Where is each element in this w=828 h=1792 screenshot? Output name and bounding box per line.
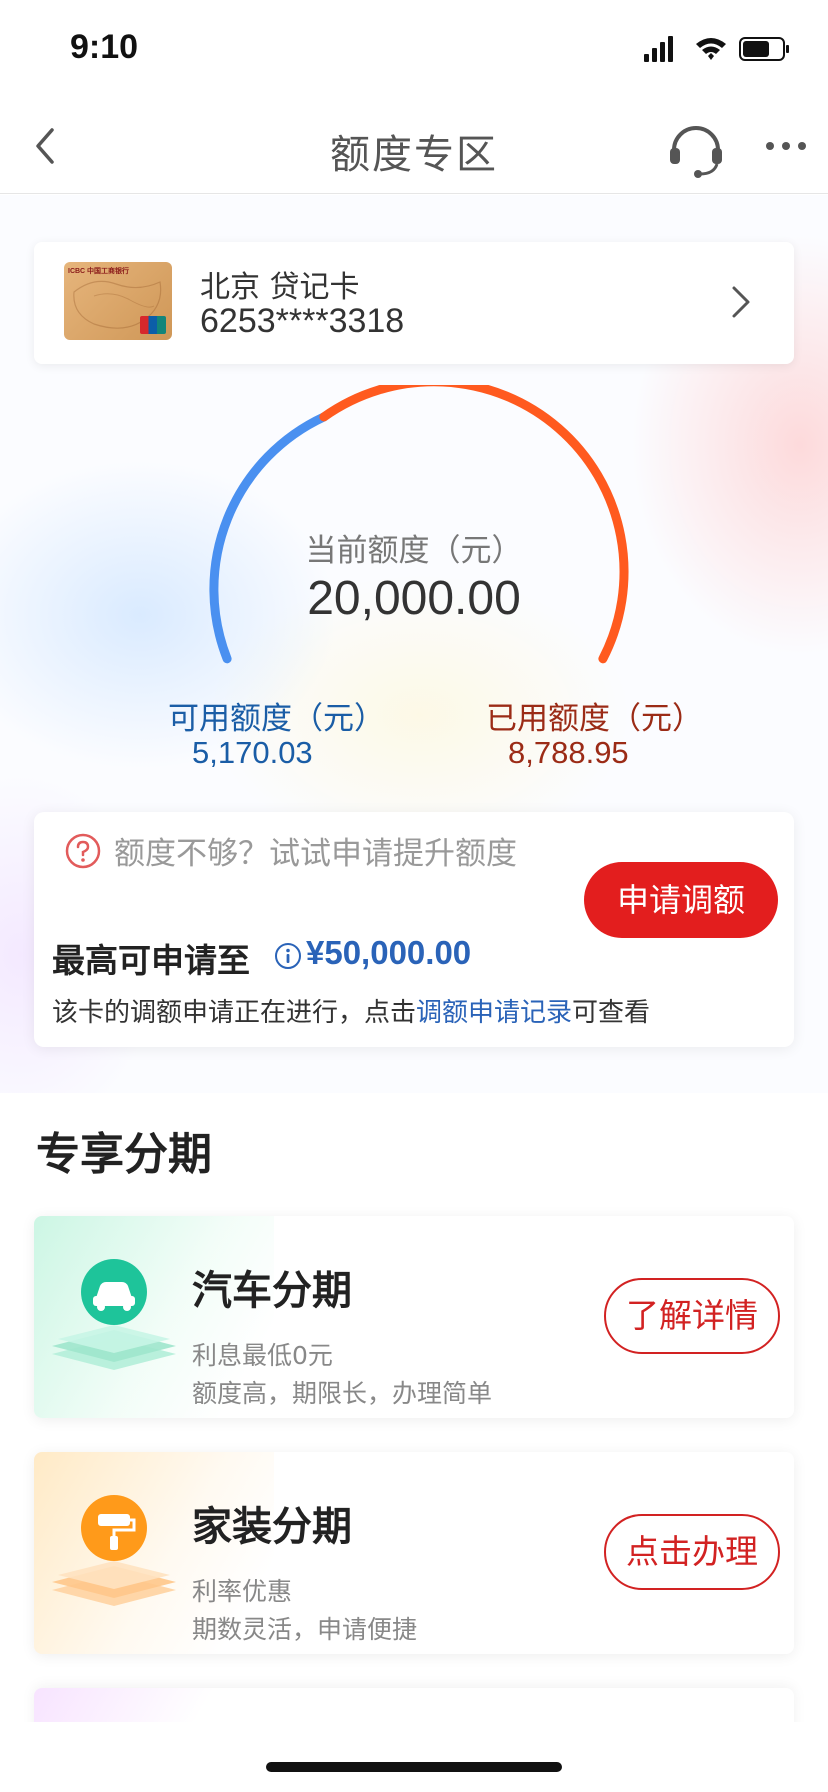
increase-prompt: 额度不够？试试申请提升额度	[114, 836, 517, 872]
cellular-signal-icon	[644, 36, 673, 62]
limit-increase-card: 额度不够？试试申请提升额度 最高可申请至 ¥50,000.00 该卡的调额申请正…	[34, 812, 794, 1047]
offer-description: 额度高，期限长，办理简单	[192, 1379, 493, 1408]
bottom-safe-area	[0, 1722, 828, 1792]
unionpay-logo	[140, 316, 166, 334]
offer-title: 家装分期	[192, 1504, 352, 1550]
card-name: 北京 贷记卡	[200, 270, 360, 305]
more-icon[interactable]	[756, 116, 816, 176]
max-applicable-value: ¥50,000.00	[306, 934, 472, 971]
available-limit-value: 5,170.03	[192, 735, 313, 770]
card-number: 6253****3318	[200, 302, 405, 340]
apply-now-button[interactable]: 点击办理	[604, 1514, 780, 1590]
paint-roller-icon	[52, 1495, 176, 1606]
offer-description: 利息最低0元	[192, 1341, 333, 1370]
wifi-icon	[696, 38, 726, 60]
status-bar: 9:10	[0, 0, 828, 96]
credit-card-image: ICBC 中国工商银行	[64, 262, 172, 340]
info-icon[interactable]	[274, 942, 302, 970]
home-indicator	[266, 1762, 562, 1772]
nav-bar: 额度专区	[0, 96, 828, 194]
car-icon	[52, 1259, 176, 1370]
application-progress-note: 该卡的调额申请正在进行，点击调额申请记录可查看	[52, 992, 650, 1029]
offer-title: 汽车分期	[192, 1268, 352, 1314]
used-limit-label: 已用额度（元）	[486, 701, 703, 737]
max-applicable-label: 最高可申请至	[52, 941, 250, 980]
current-limit-value: 20,000.00	[307, 572, 521, 625]
offer-description: 期数灵活，申请便捷	[192, 1615, 418, 1644]
credit-limit-hero: ICBC 中国工商银行 北京 贷记卡 6253****3318 当前额度（元） …	[0, 195, 828, 1093]
used-limit-value: 8,788.95	[508, 735, 629, 770]
offer-card-home-renovation[interactable]: 家装分期 利率优惠 期数灵活，申请便捷 点击办理	[34, 1452, 794, 1654]
offer-card-car[interactable]: 汽车分期 利息最低0元 额度高，期限长，办理简单 了解详情	[34, 1216, 794, 1418]
status-icons	[644, 36, 789, 62]
learn-more-button[interactable]: 了解详情	[604, 1278, 780, 1354]
bank-logo: ICBC 中国工商银行	[68, 268, 130, 275]
application-record-link[interactable]: 调额申请记录	[416, 998, 572, 1028]
note-prefix: 该卡的调额申请正在进行，点击	[52, 998, 417, 1028]
chevron-right-icon	[732, 286, 750, 318]
section-title: 专享分期	[36, 1129, 212, 1180]
offer-description: 利率优惠	[192, 1577, 293, 1606]
customer-service-headset-icon[interactable]	[664, 116, 728, 180]
battery-icon	[739, 37, 789, 61]
available-limit-label: 可用额度（元）	[168, 701, 385, 737]
apply-limit-adjustment-button[interactable]: 申请调额	[584, 862, 778, 938]
current-limit-label: 当前额度（元）	[305, 533, 523, 569]
note-suffix: 可查看	[572, 998, 651, 1028]
card-selector[interactable]: ICBC 中国工商银行 北京 贷记卡 6253****3318	[34, 242, 794, 364]
status-time: 9:10	[70, 28, 139, 66]
